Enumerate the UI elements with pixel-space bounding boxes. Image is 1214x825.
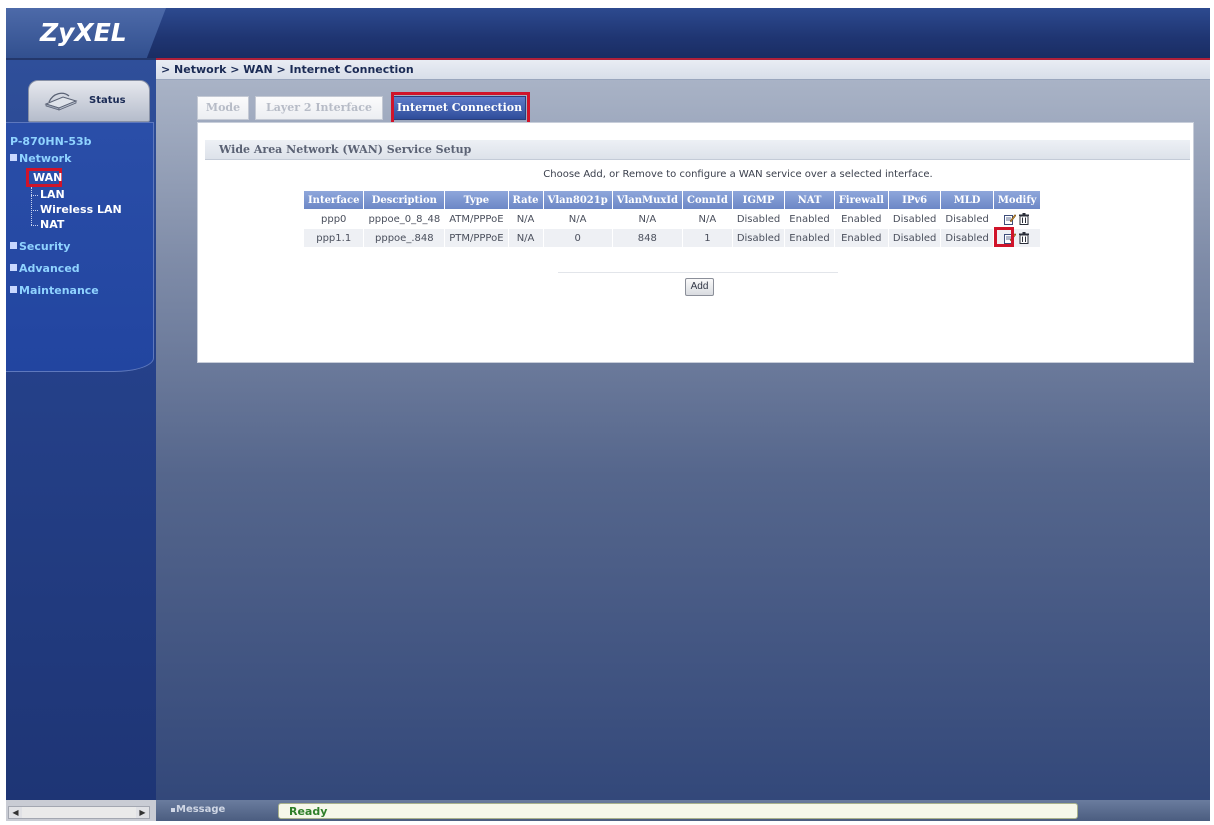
breadcrumb: > Network > WAN > Internet Connection bbox=[161, 63, 414, 76]
message-label: Message bbox=[176, 804, 226, 815]
table-cell: ppp0 bbox=[304, 210, 364, 228]
collapse-icon bbox=[10, 154, 17, 161]
table-cell: Disabled bbox=[732, 210, 785, 228]
instructions-text: Choose Add, or Remove to configure a WAN… bbox=[543, 169, 933, 180]
status-label: Status bbox=[89, 95, 126, 106]
top-banner: ZyXEL bbox=[6, 8, 1210, 58]
main-content: Mode Layer 2 Interface Internet Connecti… bbox=[156, 80, 1210, 800]
edit-icon[interactable] bbox=[1004, 232, 1017, 244]
table-cell: N/A bbox=[543, 210, 612, 228]
wan-service-panel: Wide Area Network (WAN) Service Setup Ch… bbox=[197, 122, 1194, 363]
table-cell: N/A bbox=[682, 210, 732, 228]
scroll-left-icon[interactable]: ◀ bbox=[9, 807, 22, 818]
nav-panel: P-870HN-53b Network WAN LAN Wireless LAN… bbox=[6, 122, 154, 372]
table-cell: Enabled bbox=[785, 210, 834, 228]
trash-icon[interactable] bbox=[1018, 232, 1030, 244]
table-cell: Enabled bbox=[834, 210, 888, 228]
tree-connector bbox=[31, 187, 32, 225]
status-tab[interactable]: Status bbox=[28, 80, 150, 122]
table-cell: Disabled bbox=[888, 229, 941, 247]
table-cell: Enabled bbox=[785, 229, 834, 247]
expand-icon bbox=[10, 264, 17, 271]
router-icon bbox=[44, 92, 78, 111]
column-header: Modify bbox=[993, 191, 1041, 209]
scroll-right-icon[interactable]: ▶ bbox=[136, 807, 149, 818]
tree-connector bbox=[31, 210, 38, 211]
column-header: IPv6 bbox=[888, 191, 941, 209]
column-header: Firewall bbox=[834, 191, 888, 209]
column-header: MLD bbox=[941, 191, 993, 209]
tab-layer-2-interface[interactable]: Layer 2 Interface bbox=[255, 96, 383, 120]
browser-frame: ZyXEL > Network > WAN > Internet Connect… bbox=[6, 8, 1210, 821]
trash-icon[interactable] bbox=[1018, 213, 1030, 225]
table-cell: pppoe_.848 bbox=[364, 229, 445, 247]
table-cell: Disabled bbox=[941, 210, 993, 228]
table-cell: ppp1.1 bbox=[304, 229, 364, 247]
sidebar: Status P-870HN-53b Network WAN LAN Wirel… bbox=[6, 60, 156, 800]
sidebar-item-security[interactable]: Security bbox=[10, 240, 70, 253]
device-name: P-870HN-53b bbox=[10, 135, 92, 148]
bottom-bar: ◀ ▶ Message Ready bbox=[6, 800, 1210, 821]
add-button[interactable]: Add bbox=[685, 278, 714, 296]
message-bar: Message Ready bbox=[156, 800, 1210, 821]
modify-cell bbox=[993, 227, 1041, 247]
column-header: Rate bbox=[508, 191, 543, 209]
edit-icon[interactable] bbox=[1004, 213, 1017, 225]
sidebar-item-maintenance[interactable]: Maintenance bbox=[10, 284, 99, 297]
column-header: NAT bbox=[785, 191, 834, 209]
status-message: Ready bbox=[289, 805, 328, 818]
column-header: Type bbox=[445, 191, 508, 209]
table-cell: pppoe_0_8_48 bbox=[364, 210, 445, 228]
table-cell: N/A bbox=[508, 229, 543, 247]
table-row: ppp1.1 pppoe_.848 PTM/PPPoE N/A 0 848 1 … bbox=[304, 227, 1041, 247]
tab-mode[interactable]: Mode bbox=[197, 96, 249, 120]
sidebar-item-wireless-lan[interactable]: Wireless LAN bbox=[40, 203, 122, 216]
breadcrumb-bar: > Network > WAN > Internet Connection bbox=[156, 60, 1210, 80]
table-cell: 1 bbox=[682, 229, 732, 247]
column-header: ConnId bbox=[682, 191, 732, 209]
tree-connector bbox=[31, 225, 38, 226]
table-cell: N/A bbox=[612, 210, 682, 228]
sidebar-item-lan[interactable]: LAN bbox=[40, 188, 65, 201]
horizontal-scrollbar[interactable]: ◀ ▶ bbox=[8, 806, 150, 819]
table-header-row: Interface Description Type Rate Vlan8021… bbox=[304, 191, 1041, 209]
table-row: ppp0 pppoe_0_8_48 ATM/PPPoE N/A N/A N/A … bbox=[304, 210, 1041, 228]
table-cell: PTM/PPPoE bbox=[445, 229, 508, 247]
table-cell: Disabled bbox=[732, 229, 785, 247]
modify-cell bbox=[993, 210, 1041, 228]
table-cell: Enabled bbox=[834, 229, 888, 247]
sidebar-item-advanced[interactable]: Advanced bbox=[10, 262, 80, 275]
zyxel-logo: ZyXEL bbox=[40, 18, 127, 47]
sidebar-item-label: Security bbox=[19, 240, 71, 253]
column-header: Vlan8021p bbox=[543, 191, 612, 209]
message-box: Ready bbox=[278, 803, 1078, 819]
table-cell: Disabled bbox=[888, 210, 941, 228]
expand-icon bbox=[10, 286, 17, 293]
table-cell: ATM/PPPoE bbox=[445, 210, 508, 228]
table-cell: Disabled bbox=[941, 229, 993, 247]
divider bbox=[558, 272, 838, 273]
sidebar-item-label: Advanced bbox=[19, 262, 80, 275]
panel-header: Wide Area Network (WAN) Service Setup bbox=[205, 140, 1190, 160]
column-header: Interface bbox=[304, 191, 364, 209]
panel-title: Wide Area Network (WAN) Service Setup bbox=[219, 143, 472, 156]
sidebar-item-network[interactable]: Network bbox=[10, 152, 71, 165]
highlight-box bbox=[391, 92, 530, 126]
column-header: IGMP bbox=[732, 191, 785, 209]
sidebar-item-wan[interactable]: WAN bbox=[26, 168, 62, 187]
bullet-icon bbox=[171, 808, 175, 812]
tree-connector bbox=[31, 195, 38, 196]
sidebar-item-nat[interactable]: NAT bbox=[40, 218, 64, 231]
table-cell: 0 bbox=[543, 229, 612, 247]
sidebar-item-label: Network bbox=[19, 152, 72, 165]
column-header: VlanMuxId bbox=[612, 191, 682, 209]
table-cell: 848 bbox=[612, 229, 682, 247]
wan-service-table: Interface Description Type Rate Vlan8021… bbox=[303, 190, 1041, 248]
table-cell: N/A bbox=[508, 210, 543, 228]
sidebar-item-label: Maintenance bbox=[19, 284, 99, 297]
expand-icon bbox=[10, 242, 17, 249]
column-header: Description bbox=[364, 191, 445, 209]
